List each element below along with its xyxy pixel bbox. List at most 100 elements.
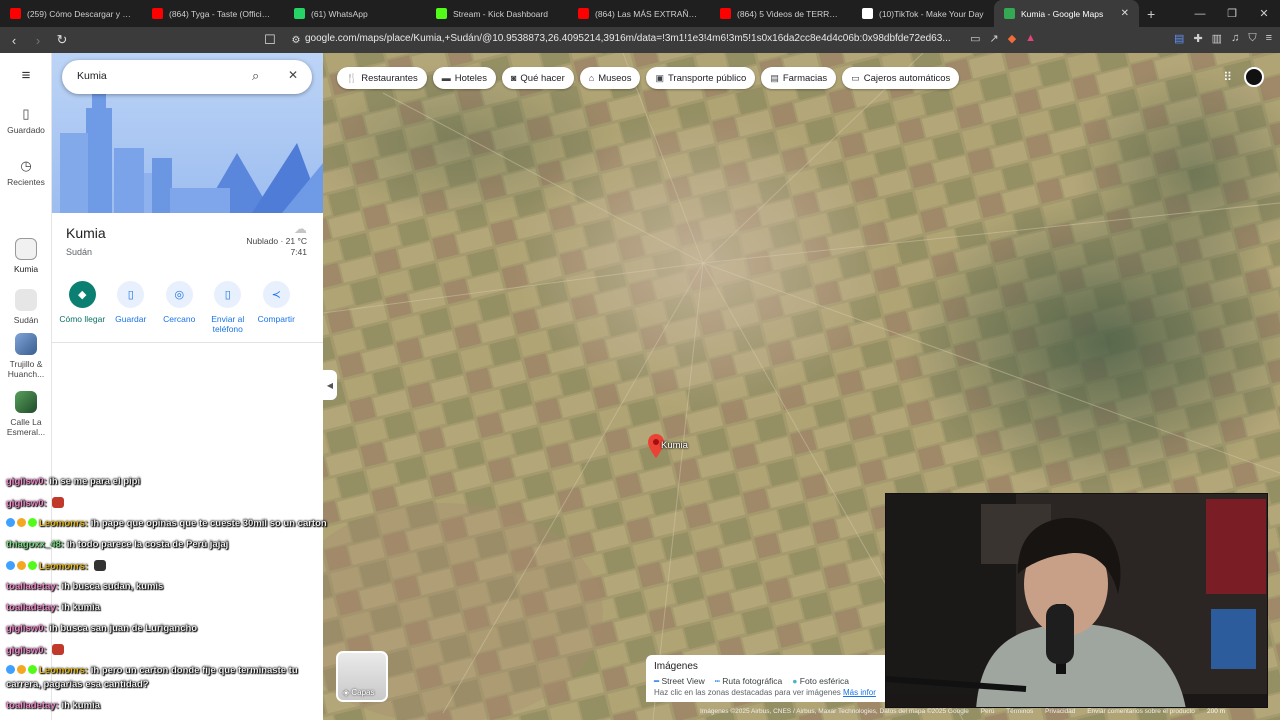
- chip-hotel[interactable]: ▬ Hoteles: [432, 67, 496, 89]
- search-box[interactable]: ⌕ ✕: [62, 60, 312, 94]
- brave-shield-icon[interactable]: ◆: [1008, 32, 1016, 45]
- new-tab-icon[interactable]: +: [1139, 6, 1163, 22]
- browser-tab[interactable]: (259) Cómo Descargar y Config: [0, 0, 142, 27]
- chip-label: Qué hacer: [520, 72, 565, 84]
- browser-tab[interactable]: Kumia - Google Maps ✕: [994, 0, 1139, 27]
- address-bar: ‹ › ↻ ☐ ⚙ google.com/maps/place/Kumia,+S…: [0, 27, 1280, 53]
- sphere-label: Foto esférica: [799, 676, 849, 686]
- tab-favicon-icon: [720, 8, 731, 19]
- chat-message: carrera, pagarías esa cantidad?: [6, 679, 149, 690]
- chip-restaurant[interactable]: 🍴 Restaurantes: [337, 67, 427, 89]
- chip-pharmacy[interactable]: ▤ Farmacias: [761, 67, 837, 89]
- brave-rewards-icon[interactable]: ▲: [1025, 32, 1036, 45]
- search-input[interactable]: [77, 70, 237, 82]
- tab-title: (61) WhatsApp: [311, 8, 368, 19]
- chat-emote-icon: [93, 560, 106, 571]
- directions-button[interactable]: ◆ Cómo llegar: [58, 281, 107, 334]
- forward-icon[interactable]: ›: [28, 33, 48, 48]
- chat-text: carrera, pagarías esa cantidad?: [6, 679, 149, 690]
- browser-tab[interactable]: (864) Las MÁS EXTRAÑAS CIN: [568, 0, 710, 27]
- share-button[interactable]: ≺ Compartir: [252, 281, 301, 334]
- region-label[interactable]: Perú: [981, 708, 995, 715]
- browser-tab[interactable]: (864) 5 Videos de TERROR EXT: [710, 0, 852, 27]
- rail-recents[interactable]: ◷ Recientes: [0, 158, 52, 187]
- kumia-thumbnail: [15, 238, 37, 260]
- send-to-phone-button[interactable]: ▯ Enviar al teléfono: [204, 281, 253, 334]
- rail-recent-trujillo[interactable]: Trujillo & Huanch...: [0, 333, 52, 379]
- directions-icon: ◆: [68, 281, 96, 308]
- translate-icon[interactable]: ▤: [1174, 32, 1184, 45]
- layers-text: Capas: [351, 688, 375, 697]
- apps-grid-icon[interactable]: ⠿: [1223, 70, 1232, 84]
- chat-username: giglisw0:: [6, 498, 47, 509]
- rail-recent-kumia[interactable]: Kumia: [0, 238, 52, 274]
- chat-message: toalladetay: ih kumia: [6, 700, 100, 711]
- account-avatar[interactable]: [1244, 67, 1264, 87]
- menu-icon[interactable]: ≡: [1266, 32, 1272, 45]
- chip-camera[interactable]: ◙ Qué hacer: [501, 67, 574, 89]
- history-icon: ◷: [20, 158, 32, 173]
- reload-icon[interactable]: ↻: [52, 32, 72, 48]
- extensions-icon[interactable]: ✚: [1193, 32, 1202, 45]
- chat-badge-icon: [17, 561, 26, 570]
- browser-tab[interactable]: Stream - Kick Dashboard: [426, 0, 568, 27]
- sphere-dot-icon: ●: [792, 676, 800, 686]
- share-label: Compartir: [257, 314, 295, 324]
- sidebar-icon[interactable]: ▥: [1212, 32, 1222, 45]
- rail-recent-sudan[interactable]: Sudán: [0, 289, 52, 325]
- chat-badge-icon: [17, 518, 26, 527]
- close-tab-icon[interactable]: ✕: [1121, 8, 1129, 19]
- rail-saved[interactable]: ▯ Guardado: [0, 107, 52, 135]
- site-info-icon[interactable]: ⚙: [286, 35, 306, 46]
- maximize-icon[interactable]: ❐: [1216, 7, 1248, 20]
- local-time: 7:41: [290, 247, 307, 257]
- window-controls: — ❐ ✕: [1184, 0, 1280, 27]
- hamburger-menu-icon[interactable]: ≡: [0, 68, 52, 83]
- share-page-icon[interactable]: ↗: [989, 32, 998, 45]
- chat-text: ih kumia: [61, 700, 100, 711]
- chat-message: Leomonrs:: [6, 560, 106, 572]
- chip-label: Hoteles: [454, 72, 487, 84]
- chat-username: toalladetay:: [6, 700, 59, 711]
- close-window-icon[interactable]: ✕: [1248, 7, 1280, 20]
- chip-transit[interactable]: ▣ Transporte público: [646, 67, 756, 89]
- chat-text: ih se me para el pipi: [49, 476, 141, 487]
- feedback-link[interactable]: Enviar comentarios sobre el producto: [1087, 708, 1195, 715]
- maps-side-rail: ≡ ▯ Guardado ◷ Recientes Kumia Sudán Tru…: [0, 53, 52, 720]
- bookmark-page-icon[interactable]: ☐: [260, 32, 280, 48]
- more-info-link[interactable]: Más infor: [843, 688, 876, 697]
- imagery-hint: Haz clic en las zonas destacadas para ve…: [654, 688, 876, 697]
- rail-recent-esmeralda[interactable]: Calle La Esmeral...: [0, 391, 52, 437]
- layers-button[interactable]: ◈ Capas: [336, 651, 388, 702]
- chat-badge-icon: [28, 561, 37, 570]
- collapse-panel-icon[interactable]: ◀: [323, 370, 337, 400]
- chat-emote-icon: [52, 497, 65, 508]
- terms-link[interactable]: Términos: [1006, 708, 1033, 715]
- chat-badge-icon: [6, 561, 15, 570]
- media-icon[interactable]: ♫: [1231, 32, 1239, 45]
- back-icon[interactable]: ‹: [4, 33, 24, 48]
- clear-search-icon[interactable]: ✕: [288, 68, 298, 82]
- chip-label: Cajeros automáticos: [863, 72, 951, 84]
- browser-tab[interactable]: (10)TikTok - Make Your Day: [852, 0, 994, 27]
- tab-title: (864) 5 Videos de TERROR EXT: [737, 8, 842, 19]
- tab-title: (864) Las MÁS EXTRAÑAS CIN: [595, 8, 700, 19]
- save-button[interactable]: ▯ Guardar: [107, 281, 156, 334]
- privacy-link[interactable]: Privacidad: [1045, 708, 1075, 715]
- chip-atm[interactable]: ▭ Cajeros automáticos: [842, 67, 960, 89]
- chat-message: giglisw0: ih se me para el pipi: [6, 476, 140, 487]
- vpn-icon[interactable]: ⛉: [1248, 32, 1256, 45]
- search-icon[interactable]: ⌕: [252, 68, 259, 84]
- minimize-icon[interactable]: —: [1184, 8, 1216, 20]
- browser-tab[interactable]: (61) WhatsApp: [284, 0, 426, 27]
- chat-username: thiagoxx_48:: [6, 539, 65, 550]
- url-field[interactable]: google.com/maps/place/Kumia,+Sudán/@10.9…: [305, 33, 951, 44]
- tab-favicon-icon: [862, 8, 873, 19]
- nearby-button[interactable]: ◎ Cercano: [155, 281, 204, 334]
- browser-tab[interactable]: (864) Tyga - Taste (Official Vide: [142, 0, 284, 27]
- imagery-legend: Imágenes ━ Street View ┅ Ruta fotográfic…: [646, 655, 885, 702]
- chip-museum[interactable]: ⌂ Museos: [579, 67, 641, 89]
- nearby-label: Cercano: [163, 314, 196, 324]
- screen-icon[interactable]: ▭: [970, 32, 980, 45]
- chat-message: toalladetay: ih kumia: [6, 602, 100, 613]
